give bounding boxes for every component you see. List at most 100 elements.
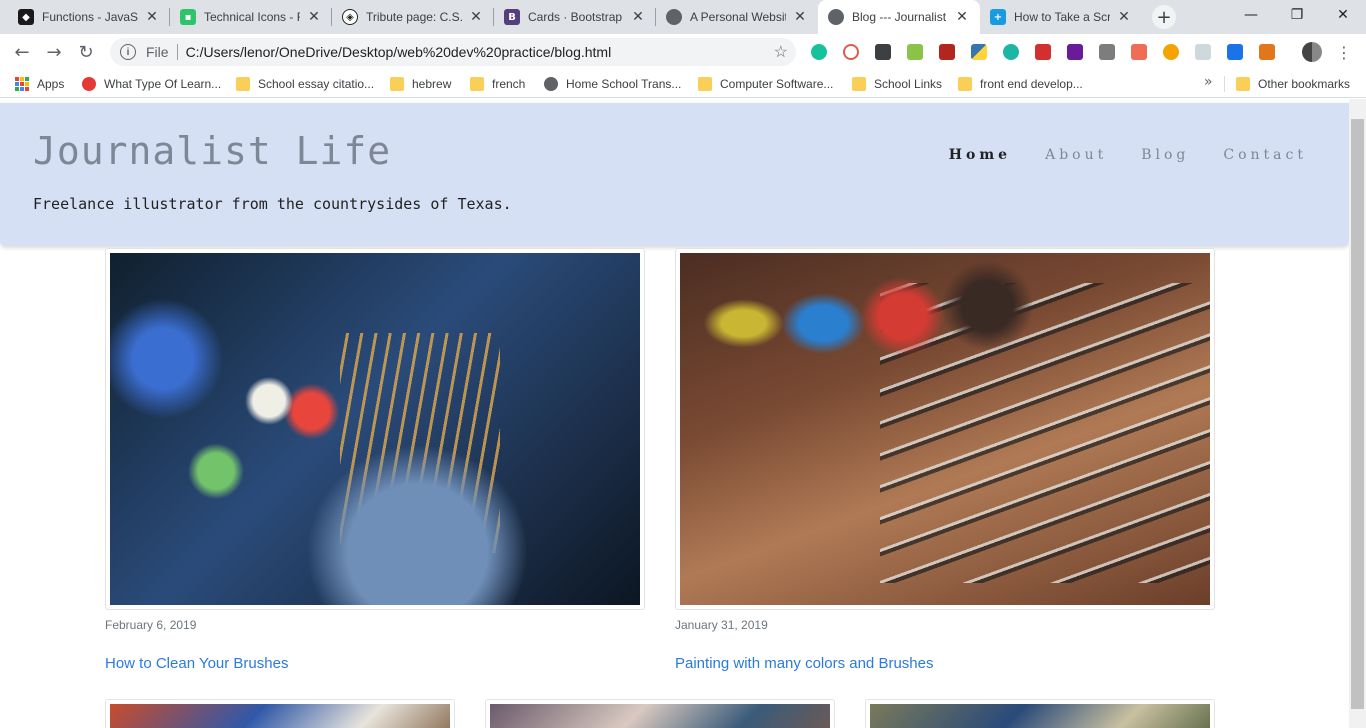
bookmark-essay-citation[interactable]: School essay citatio...: [236, 75, 374, 93]
tab-functions[interactable]: ◆ Functions - JavaScript ✕: [8, 0, 170, 34]
new-tab-button[interactable]: +: [1152, 5, 1176, 29]
close-tab-icon[interactable]: ✕: [954, 9, 970, 25]
folder-icon: [852, 77, 866, 91]
tab-how-to-screenshot[interactable]: + How to Take a Screenshot ✕: [980, 0, 1142, 34]
nav-contact[interactable]: Contact: [1223, 147, 1307, 163]
vertical-scrollbar[interactable]: [1349, 99, 1366, 728]
scrollbar-thumb[interactable]: [1351, 119, 1364, 709]
bookmark-label: front end develop...: [980, 77, 1083, 91]
minimize-icon[interactable]: —: [1228, 0, 1274, 30]
bookmarks-divider: [1224, 76, 1225, 92]
tab-personal-website[interactable]: A Personal Website ✕: [656, 0, 818, 34]
folder-icon: [1236, 77, 1250, 91]
python-extension-icon[interactable]: [971, 44, 987, 60]
tab-technical-icons[interactable]: ▪ Technical Icons - Font ✕: [170, 0, 332, 34]
info-icon[interactable]: i: [120, 44, 136, 60]
folder-icon: [958, 77, 972, 91]
bookmark-label: Apps: [37, 77, 65, 91]
nav-about[interactable]: About: [1045, 147, 1107, 163]
address-bar[interactable]: i File C:/Users/lenor/OneDrive/Desktop/w…: [110, 38, 796, 66]
bookmark-french[interactable]: french: [470, 75, 525, 93]
close-tab-icon[interactable]: ✕: [306, 9, 322, 25]
metamask-extension-icon[interactable]: [1259, 44, 1275, 60]
screen-extension-icon[interactable]: [1131, 44, 1147, 60]
forward-arrow-icon[interactable]: →: [42, 40, 66, 64]
font-extension-icon[interactable]: [1195, 44, 1211, 60]
tab-title: Functions - JavaScript: [42, 10, 138, 24]
chart-icon: [82, 77, 96, 91]
tab-title: A Personal Website: [690, 10, 786, 24]
folder-icon: [236, 77, 250, 91]
g-extension-icon[interactable]: [1099, 44, 1115, 60]
tab-cards-bootstrap[interactable]: B Cards · Bootstrap ✕: [494, 0, 656, 34]
lightbulb-extension-icon[interactable]: [875, 44, 891, 60]
folder-icon: [390, 77, 404, 91]
bookmark-star-icon[interactable]: ☆: [774, 42, 788, 62]
bookmark-apps[interactable]: Apps: [15, 75, 64, 93]
tab-blog-journalist[interactable]: Blog --- Journalist Life ✕: [818, 0, 980, 34]
dots-extension-icon[interactable]: [1035, 44, 1051, 60]
post-title-link[interactable]: How to Clean Your Brushes: [105, 655, 288, 672]
post-title-link[interactable]: Painting with many colors and Brushes: [675, 655, 933, 672]
kebab-menu-icon[interactable]: ⋮: [1336, 41, 1352, 63]
plant-extension-icon[interactable]: [907, 44, 923, 60]
close-tab-icon[interactable]: ✕: [468, 9, 484, 25]
bookmark-label: Computer Software...: [720, 77, 834, 91]
painting-photo: [490, 704, 830, 728]
bookmark-label: hebrew: [412, 77, 452, 91]
p-extension-icon[interactable]: [1067, 44, 1083, 60]
bookmark-label: School essay citatio...: [258, 77, 375, 91]
tab-tribute-page[interactable]: ◈ Tribute page: C.S.Lewis ✕: [332, 0, 494, 34]
calculator-extension-icon[interactable]: [1227, 44, 1243, 60]
post-image-brushes-jar[interactable]: [105, 248, 645, 610]
bookmarks-bar: Apps What Type Of Learn... School essay …: [0, 70, 1366, 98]
profile-avatar[interactable]: [1302, 42, 1322, 62]
globe-favicon-icon: [828, 9, 844, 25]
close-tab-icon[interactable]: ✕: [630, 9, 646, 25]
plus-favicon-icon: +: [990, 9, 1006, 25]
paint-tubes-photo: [680, 253, 1210, 605]
codepen-favicon-icon: ◈: [342, 9, 358, 25]
bookmark-school-links[interactable]: School Links: [852, 75, 942, 93]
nav-blog[interactable]: Blog: [1141, 147, 1189, 163]
m-extension-icon[interactable]: [1003, 44, 1019, 60]
post-image[interactable]: [865, 699, 1215, 728]
back-arrow-icon[interactable]: ←: [10, 40, 34, 64]
bookmark-hebrew[interactable]: hebrew: [390, 75, 451, 93]
site-tagline: Freelance illustrator from the countrysi…: [33, 195, 512, 213]
tab-title: Cards · Bootstrap: [528, 10, 623, 24]
post-date: February 6, 2019: [105, 618, 197, 632]
coin-extension-icon[interactable]: [1163, 44, 1179, 60]
grammarly-extension-icon[interactable]: [811, 44, 827, 60]
post-image[interactable]: [485, 699, 835, 728]
painting-photo: [110, 704, 450, 728]
bookmark-label: french: [492, 77, 526, 91]
bookmark-home-school[interactable]: Home School Trans...: [544, 75, 681, 93]
blocker-extension-icon[interactable]: [843, 44, 859, 60]
bookmark-label: What Type Of Learn...: [104, 77, 222, 91]
site-title[interactable]: Journalist Life: [33, 129, 391, 173]
close-tab-icon[interactable]: ✕: [792, 9, 808, 25]
bookmark-learning-type[interactable]: What Type Of Learn...: [82, 75, 221, 93]
page-viewport: Journalist Life Freelance illustrator fr…: [0, 99, 1349, 728]
browser-toolbar: ← → ↻ i File C:/Users/lenor/OneDrive/Des…: [0, 34, 1366, 70]
post-image[interactable]: [105, 699, 455, 728]
reload-icon[interactable]: ↻: [74, 40, 98, 64]
bookmark-other[interactable]: Other bookmarks: [1236, 75, 1350, 93]
globe-icon: [544, 77, 558, 91]
font-favicon-icon: ▪: [180, 9, 196, 25]
globe-favicon-icon: [666, 9, 682, 25]
tab-title: How to Take a Screenshot: [1014, 10, 1110, 24]
nav-home[interactable]: Home: [949, 147, 1011, 163]
speaker-extension-icon[interactable]: [939, 44, 955, 60]
restore-icon[interactable]: ❐: [1274, 0, 1320, 30]
mdn-favicon-icon: ◆: [18, 9, 34, 25]
close-window-icon[interactable]: ✕: [1320, 0, 1366, 30]
bookmark-computer-software[interactable]: Computer Software...: [698, 75, 833, 93]
url-scheme: File: [146, 44, 169, 60]
close-tab-icon[interactable]: ✕: [1116, 9, 1132, 25]
bookmarks-overflow-button[interactable]: »: [1204, 74, 1213, 90]
post-image-paint-tubes[interactable]: [675, 248, 1215, 610]
close-tab-icon[interactable]: ✕: [144, 9, 160, 25]
bookmark-front-end[interactable]: front end develop...: [958, 75, 1083, 93]
